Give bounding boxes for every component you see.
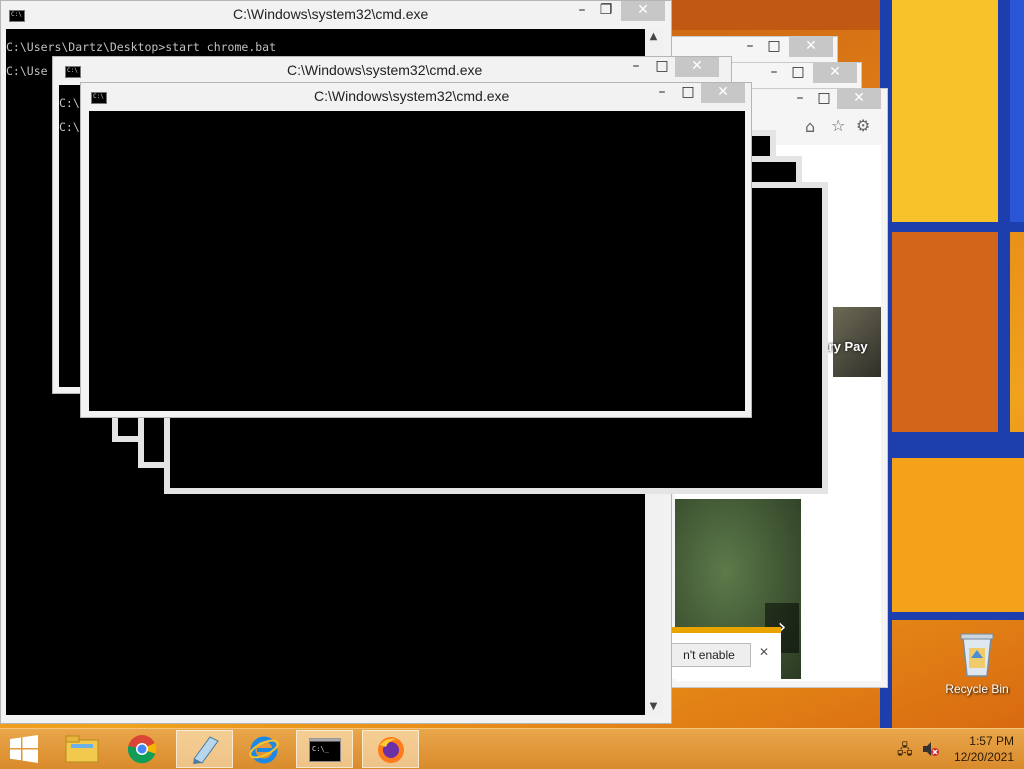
taskbar-notepad[interactable] <box>176 730 233 768</box>
svg-text:C:\_: C:\_ <box>312 745 330 753</box>
minimize-button[interactable]: – <box>649 83 675 103</box>
recycle-bin-shortcut[interactable]: Recycle Bin <box>942 630 1012 696</box>
console-output[interactable] <box>89 111 745 411</box>
minimize-button[interactable]: – <box>737 37 763 57</box>
clock-date: 12/20/2021 <box>953 750 1014 764</box>
cmd-app-icon: C:\ <box>91 92 107 104</box>
notepad-icon <box>193 736 219 764</box>
favorites-star-icon[interactable]: ☆ <box>831 116 845 135</box>
cmd-app-icon: C:\ <box>65 66 81 78</box>
console-line: C:\Use <box>6 64 48 78</box>
title-bar[interactable]: C:\ C:\Windows\system32\cmd.exe – ❐ ✕ <box>1 1 671 29</box>
maximize-button[interactable]: □ <box>761 37 787 57</box>
taskbar-firefox[interactable] <box>362 730 419 768</box>
windows-logo-icon <box>10 735 38 763</box>
close-button[interactable]: ✕ <box>621 1 665 21</box>
start-button[interactable] <box>0 730 50 768</box>
network-icon[interactable]: 🖧 <box>897 739 913 763</box>
clock-time: 1:57 PM <box>969 734 1014 748</box>
volume-muted-icon[interactable] <box>922 741 940 757</box>
close-button[interactable]: ✕ <box>789 37 833 57</box>
title-bar[interactable]: C:\ C:\Windows\system32\cmd.exe – □ ✕ <box>81 83 751 111</box>
taskbar-file-explorer[interactable] <box>54 730 111 768</box>
close-button[interactable]: ✕ <box>837 89 881 109</box>
close-button[interactable]: ✕ <box>813 63 857 83</box>
taskbar: C:\_ 🖧 1:57 PM 12/20/2021 <box>0 728 1024 769</box>
minimize-button[interactable]: – <box>623 57 649 77</box>
maximize-button[interactable]: □ <box>675 83 701 103</box>
minimize-button[interactable]: – <box>569 1 595 21</box>
scroll-up-arrow[interactable]: ▲ <box>645 29 662 45</box>
recycle-bin-icon <box>960 633 994 677</box>
window-title: C:\Windows\system32\cmd.exe <box>287 62 483 78</box>
scroll-down-arrow[interactable]: ▼ <box>645 699 662 715</box>
console-line: C:\ <box>59 120 80 134</box>
firefox-icon <box>378 737 404 763</box>
chrome-icon <box>127 735 157 764</box>
close-button[interactable]: ✕ <box>675 57 719 77</box>
minimize-button[interactable]: – <box>761 63 787 83</box>
window-title: C:\Windows\system32\cmd.exe <box>233 6 429 22</box>
settings-gear-icon[interactable]: ⚙ <box>856 116 870 135</box>
dont-enable-button[interactable]: n't enable <box>667 643 751 667</box>
cmd-app-icon: C:\ <box>9 10 25 22</box>
internet-explorer-icon <box>249 736 279 764</box>
console-line: C:\ <box>59 96 80 110</box>
close-button[interactable]: ✕ <box>701 83 745 103</box>
system-clock[interactable]: 1:57 PM 12/20/2021 <box>954 733 1014 765</box>
maximize-button[interactable]: □ <box>811 89 837 109</box>
title-bar[interactable]: C:\ C:\Windows\system32\cmd.exe – □ ✕ <box>53 57 731 85</box>
taskbar-internet-explorer[interactable] <box>236 730 293 768</box>
maximize-button[interactable]: □ <box>785 63 811 83</box>
taskbar-chrome[interactable] <box>114 730 171 768</box>
folder-icon <box>65 735 99 763</box>
minimize-button[interactable]: – <box>787 89 813 109</box>
taskbar-command-prompt[interactable]: C:\_ <box>296 730 353 768</box>
restore-button[interactable]: ❐ <box>593 1 619 21</box>
command-prompt-icon: C:\_ <box>309 738 341 762</box>
notification-close-icon[interactable]: ✕ <box>759 645 769 659</box>
maximize-button[interactable]: □ <box>649 57 675 77</box>
home-icon[interactable]: ⌂ <box>805 117 815 136</box>
console-line: C:\Users\Dartz\Desktop>start chrome.bat <box>6 40 277 54</box>
notification-bar: n't enable ✕ <box>667 627 781 679</box>
recycle-bin-label: Recycle Bin <box>945 682 1009 696</box>
window-title: C:\Windows\system32\cmd.exe <box>314 88 510 104</box>
cmd-window-front[interactable]: C:\ C:\Windows\system32\cmd.exe – □ ✕ <box>80 82 752 418</box>
